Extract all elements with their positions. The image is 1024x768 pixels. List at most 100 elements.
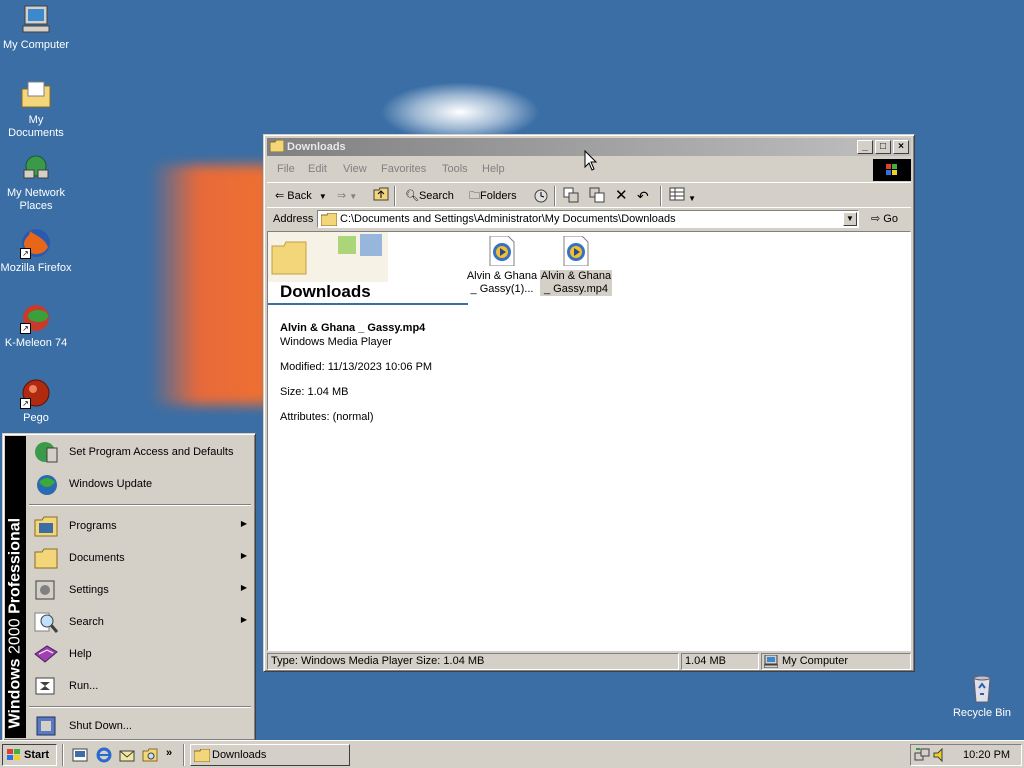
views-button[interactable]: ▼ [669, 187, 696, 205]
menu-item-shut-down[interactable]: Shut Down... [27, 710, 253, 742]
quicklaunch-internet-explorer[interactable] [96, 747, 112, 763]
desktop-icon-recycle-bin[interactable]: Recycle Bin [946, 672, 1018, 720]
forward-button[interactable]: ⇒ ▼ [337, 187, 357, 205]
start-button[interactable]: Start [2, 744, 57, 766]
undo-button[interactable]: ↶ [637, 187, 649, 205]
folder-icon [321, 213, 337, 226]
chevron-down-icon: ▼ [349, 192, 358, 201]
history-icon [534, 189, 548, 203]
media-file-icon [488, 235, 516, 267]
taskbar: Start » Downloads 10:20 PM [0, 740, 1024, 768]
media-file-icon [562, 235, 590, 267]
desktop-icon-my-computer[interactable]: My Computer [0, 4, 72, 52]
menu-item-set-program-access[interactable]: Set Program Access and Defaults [27, 436, 253, 468]
menu-file[interactable]: File [277, 163, 295, 175]
menu-item-help[interactable]: Help [27, 638, 253, 670]
file-name-line1: Alvin & Ghana [540, 270, 612, 282]
status-bar: Type: Windows Media Player Size: 1.04 MB… [267, 653, 911, 671]
taskbar-button-downloads[interactable]: Downloads [190, 744, 350, 766]
menu-favorites[interactable]: Favorites [381, 163, 426, 175]
network-connection-icon[interactable] [914, 747, 930, 763]
run-icon [33, 674, 59, 698]
settings-icon [33, 578, 59, 602]
back-button[interactable]: ⇐ Back ▼ [275, 187, 327, 205]
computer-icon [20, 4, 52, 36]
move-to-button[interactable] [563, 187, 579, 205]
submenu-arrow-icon: ▶ [240, 615, 247, 624]
minimize-button[interactable]: _ [857, 140, 873, 154]
start-menu-banner: Windows 2000 Professional [5, 436, 26, 738]
history-button[interactable] [533, 187, 549, 205]
system-tray: 10:20 PM [910, 744, 1022, 766]
desktop-icon-network-places[interactable]: My Network Places [0, 152, 72, 213]
search-button[interactable]: 🔍︎Search [405, 187, 454, 205]
menu-item-settings[interactable]: Settings ▶ [27, 574, 253, 606]
copy-to-button[interactable] [589, 187, 605, 205]
address-input[interactable]: C:\Documents and Settings\Administrator\… [317, 210, 859, 228]
desktop-icon-label: My Computer [2, 39, 70, 51]
menu-tools[interactable]: Tools [442, 163, 468, 175]
delete-button[interactable]: ✕ [615, 187, 628, 205]
menu-help[interactable]: Help [482, 163, 505, 175]
maximize-button[interactable]: □ [875, 140, 891, 154]
folders-button[interactable]: 🗀Folders [469, 187, 517, 205]
quicklaunch-outlook-express[interactable] [119, 747, 135, 763]
firefox-icon: ↗ [20, 227, 52, 259]
status-zone: My Computer [761, 653, 911, 670]
desktop-icon-label: My Network Places [6, 187, 66, 212]
file-item[interactable]: Alvin & Ghana _ Gassy(1)... [466, 235, 538, 296]
menu-item-run[interactable]: Run... [27, 670, 253, 702]
menu-item-label: Programs [69, 520, 117, 532]
folder-title: Downloads [280, 282, 371, 301]
up-folder-icon [373, 187, 389, 201]
go-button[interactable]: ⇨ Go [871, 212, 898, 225]
desktop-icon-label: Pego [23, 412, 49, 424]
menu-item-label: Settings [69, 584, 109, 596]
desktop-icon-label: My Documents [8, 114, 64, 139]
selected-file-attributes: Attributes: (normal) [280, 411, 374, 423]
up-folder-button[interactable] [373, 187, 389, 205]
folder-icon [194, 749, 210, 762]
windows-update-icon [33, 472, 59, 496]
desktop-icon-pego[interactable]: ↗ Pego [0, 377, 72, 425]
desktop-icon-my-documents[interactable]: My Documents [0, 79, 72, 140]
quicklaunch-show-desktop[interactable] [72, 747, 88, 763]
toolbar-separator [660, 186, 662, 206]
documents-folder-icon [20, 79, 52, 111]
status-zone-label: My Computer [782, 655, 849, 667]
start-menu[interactable]: Windows 2000 Professional Set Program Ac… [2, 433, 256, 741]
programs-folder-icon [33, 514, 59, 538]
clock[interactable]: 10:20 PM [963, 749, 1010, 761]
selected-file-modified: Modified: 11/13/2023 10:06 PM [280, 361, 433, 373]
menu-item-documents[interactable]: Documents ▶ [27, 542, 253, 574]
address-label: Address [273, 213, 314, 225]
documents-folder-icon [33, 546, 59, 570]
volume-icon[interactable] [933, 747, 947, 763]
address-dropdown-button[interactable]: ▼ [843, 212, 857, 226]
file-item-selected[interactable]: Alvin & Ghana _ Gassy.mp4 [540, 235, 612, 296]
close-button[interactable]: × [893, 140, 909, 154]
toolbar-separator [554, 186, 556, 206]
program-access-icon [33, 440, 59, 464]
menu-item-search[interactable]: Search ▶ [27, 606, 253, 638]
banner-2000: 2000 [6, 618, 24, 654]
folders-icon: 🗀 [469, 190, 480, 202]
submenu-arrow-icon: ▶ [240, 551, 247, 560]
folder-content-pane[interactable]: Downloads Alvin & Ghana _ Gassy.mp4 Wind… [267, 231, 911, 651]
desktop-icon-firefox[interactable]: ↗ Mozilla Firefox [0, 227, 72, 275]
window-title: Downloads [287, 141, 346, 153]
menu-item-windows-update[interactable]: Windows Update [27, 468, 253, 500]
quicklaunch-explorer[interactable] [142, 747, 158, 763]
submenu-arrow-icon: ▶ [240, 583, 247, 592]
taskbar-separator [62, 744, 64, 766]
menu-item-label: Windows Update [69, 478, 153, 490]
shut-down-icon [33, 714, 59, 738]
quicklaunch-overflow-icon[interactable]: » [166, 747, 172, 759]
go-label: Go [883, 213, 898, 225]
menu-edit[interactable]: Edit [308, 163, 327, 175]
menu-view[interactable]: View [343, 163, 367, 175]
explorer-window[interactable]: Downloads _ □ × File Edit View Favorites… [263, 134, 915, 672]
menu-item-label: Help [69, 648, 92, 660]
menu-item-programs[interactable]: Programs ▶ [27, 510, 253, 542]
desktop-icon-k-meleon[interactable]: ↗ K-Meleon 74 [0, 302, 72, 350]
